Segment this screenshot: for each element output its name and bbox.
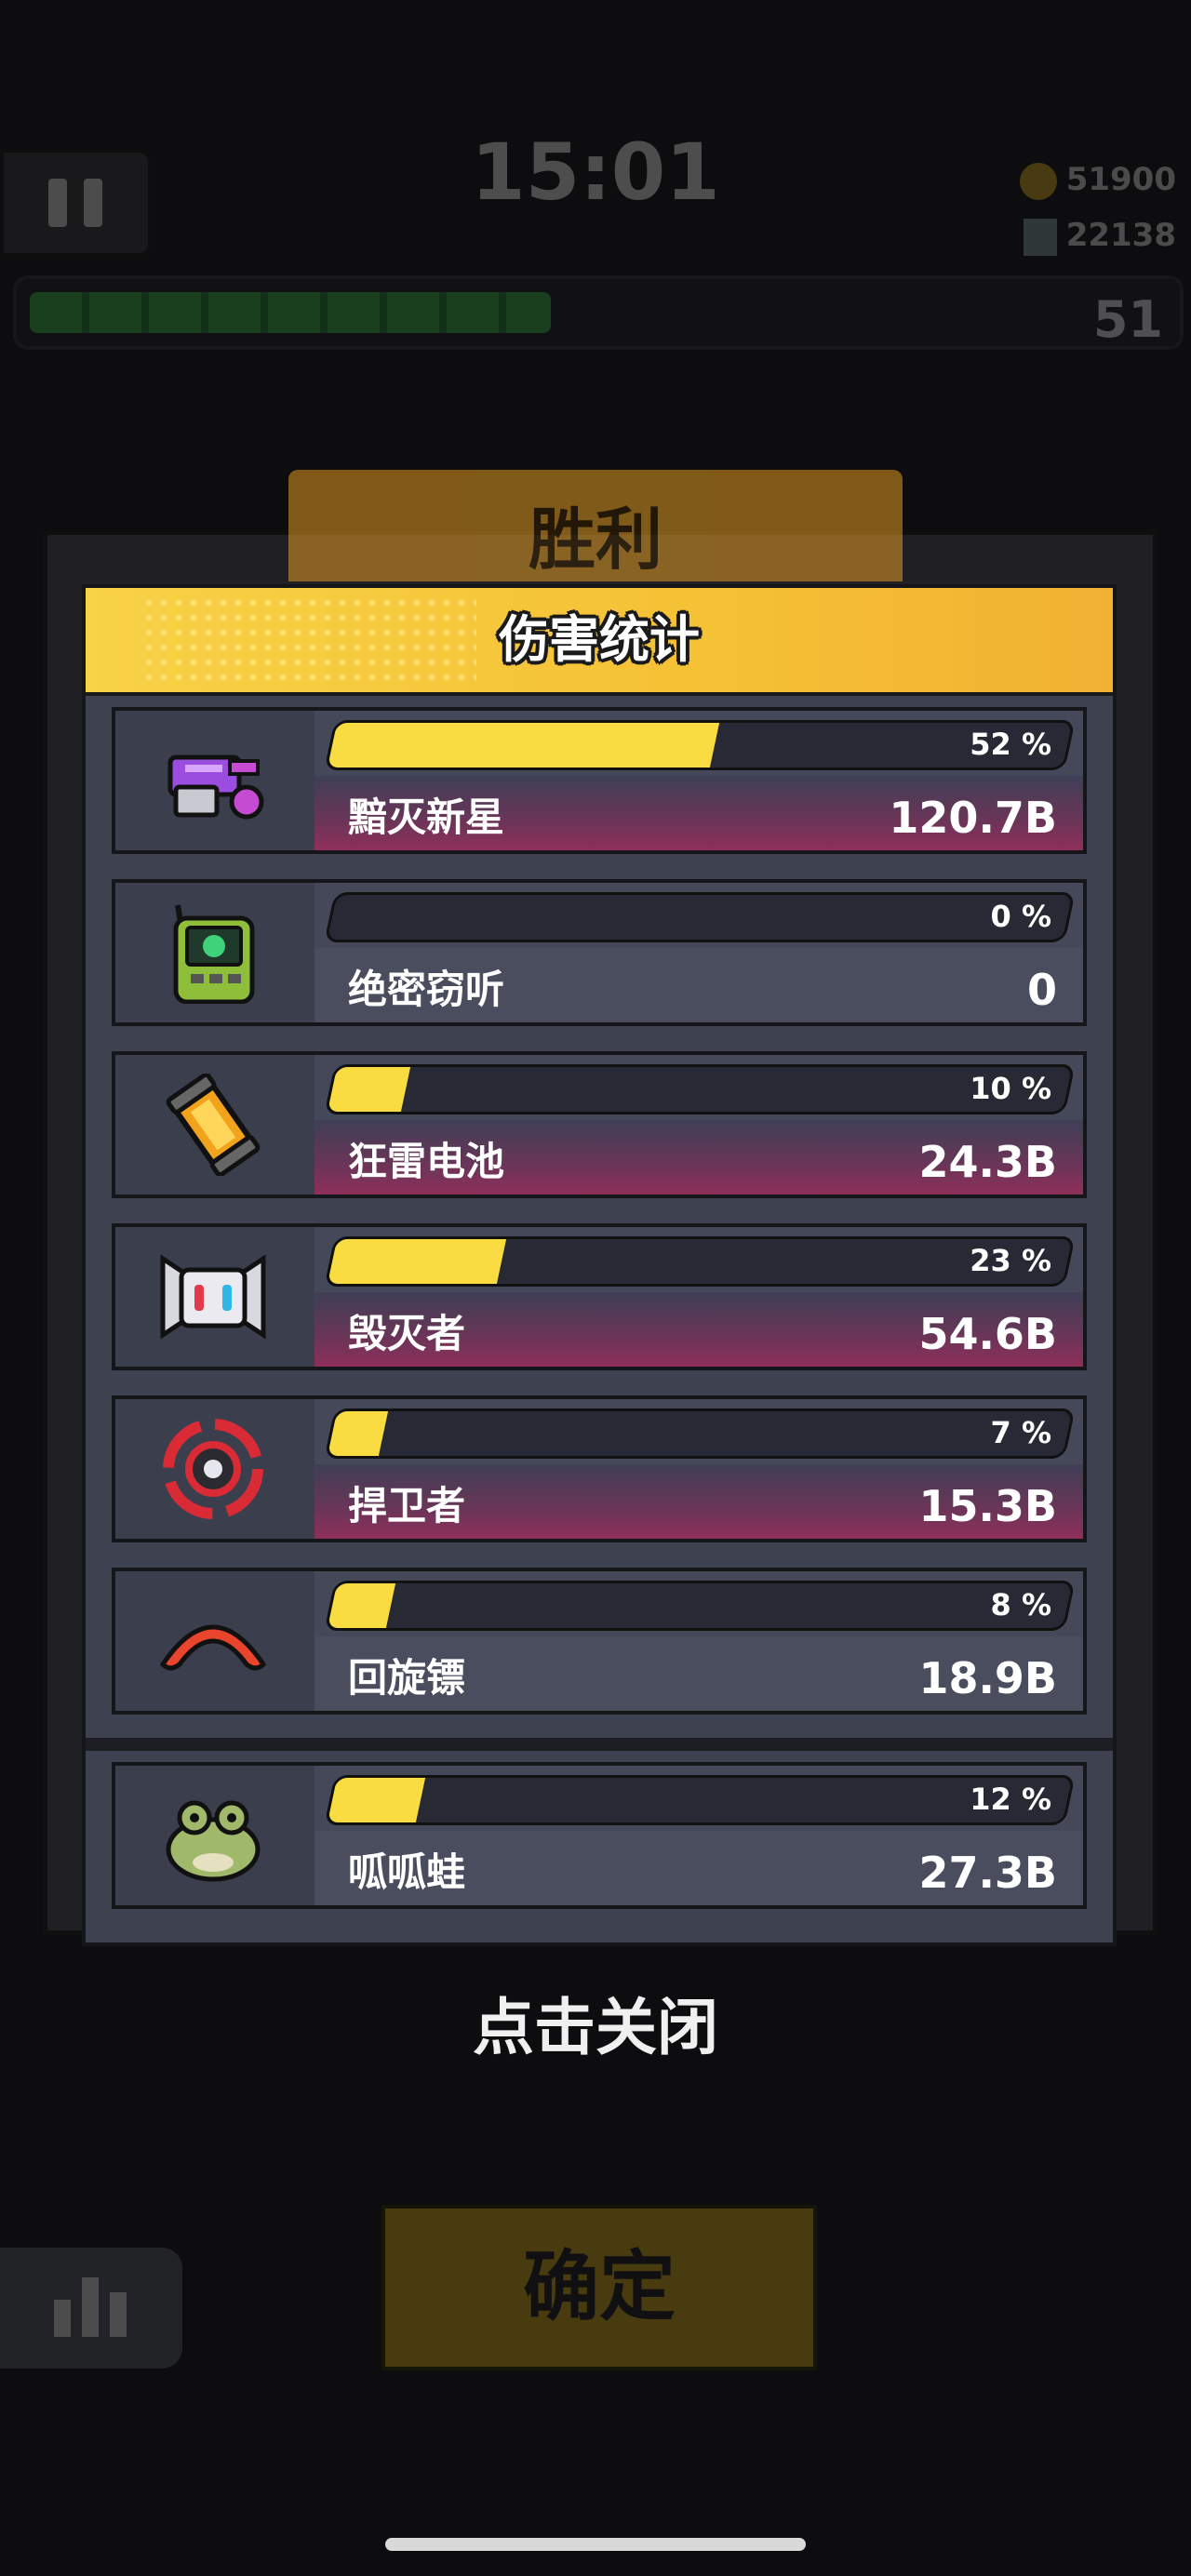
game-timer: 15:01 [471,127,720,218]
damage-percent-bar-fill [327,1239,506,1284]
damage-value: 27.3B [918,1848,1057,1898]
pause-button[interactable] [0,149,152,257]
damage-percent-bar-fill [327,895,338,940]
damage-percent: 8 % [990,1587,1051,1622]
confirm-button[interactable]: 确定 [381,2205,817,2370]
weapons.4-row: 7 % 捍卫者 15.3B [112,1395,1087,1542]
modal-title: 伤害统计 [499,610,700,669]
level-number: 51 [1092,290,1163,349]
weapons.1-row: 0 % 绝密窃听 0 [112,879,1087,1026]
damage-percent-bar [324,1064,1076,1114]
damage-percent-bar [324,1775,1076,1825]
damage-value: 0 [1026,965,1057,1015]
damage-percent: 0 % [990,899,1051,934]
weapon-name: 捍卫者 [348,1483,466,1528]
damage-percent-bar-fill [327,1411,389,1456]
red-shuriken-icon [157,1418,269,1520]
coin-icon [1019,162,1057,200]
damage-percent: 10 % [970,1071,1051,1106]
weapon-name: 狂雷电池 [348,1139,505,1184]
gem-counter: 22138 [962,212,1176,259]
modal-header: 伤害统计 [86,588,1113,696]
weapon-name: 呱呱蛙 [348,1849,466,1895]
damage-percent-bar-fill [327,1778,425,1822]
weapons.0-row: 52 % 黯灭新星 120.7B [112,707,1087,854]
stats-button[interactable] [0,2248,182,2369]
damage-percent-bar [324,720,1076,770]
damage-value: 15.3B [918,1481,1057,1531]
xp-bar-fill [30,292,551,333]
damage-percent: 52 % [970,727,1051,762]
weapon-name: 绝密窃听 [348,967,505,1012]
radio-device-icon [157,901,269,1005]
damage-percent-bar [324,1408,1076,1459]
weapon-name: 毁灭者 [348,1311,466,1356]
gem-icon [1023,218,1057,256]
damage-stats-modal: 伤害统计 52 % 黯灭新星 120.7B 0 % 绝密窃听 0 10 % 狂雷电池 24.3B… [82,584,1117,1946]
weapons.3-row: 23 % 毁灭者 54.6B [112,1223,1087,1370]
gem-amount: 22138 [1065,217,1176,254]
damage-percent: 12 % [970,1782,1051,1817]
damage-percent-bar [324,1581,1076,1631]
damage-value: 54.6B [918,1309,1057,1359]
coin-amount: 51900 [1065,161,1176,198]
damage-value: 24.3B [918,1137,1057,1187]
damage-percent-bar [324,1236,1076,1287]
frog-icon [157,1784,269,1887]
damage-percent-bar-fill [327,723,719,767]
section-divider [86,1738,1113,1751]
weapons.2-row: 10 % 狂雷电池 24.3B [112,1051,1087,1198]
xp-bar [13,275,1184,350]
damage-percent: 23 % [970,1243,1051,1278]
tap-to-close-hint[interactable]: 点击关闭 [0,1982,1191,2075]
weapon-name: 回旋镖 [348,1655,466,1701]
boomerang-icon [157,1590,269,1692]
damage-value: 120.7B [889,793,1057,843]
weapon-name: 黯灭新星 [348,794,505,840]
battery-icon [157,1073,269,1177]
damage-percent-bar [324,892,1076,942]
weapons.5-row: 8 % 回旋镖 18.9B [112,1568,1087,1715]
victory-banner: 胜利 [288,470,903,581]
damage-percent: 7 % [990,1415,1051,1450]
purple-gun-icon [157,729,269,832]
robot-head-icon [157,1246,269,1348]
coin-counter: 51900 [962,156,1176,203]
damage-percent-bar-fill [327,1583,396,1628]
pet-row: 12 % 呱呱蛙 27.3B [112,1762,1087,1909]
damage-percent-bar-fill [327,1067,411,1112]
damage-value: 18.9B [918,1653,1057,1703]
home-indicator[interactable] [385,2538,806,2551]
